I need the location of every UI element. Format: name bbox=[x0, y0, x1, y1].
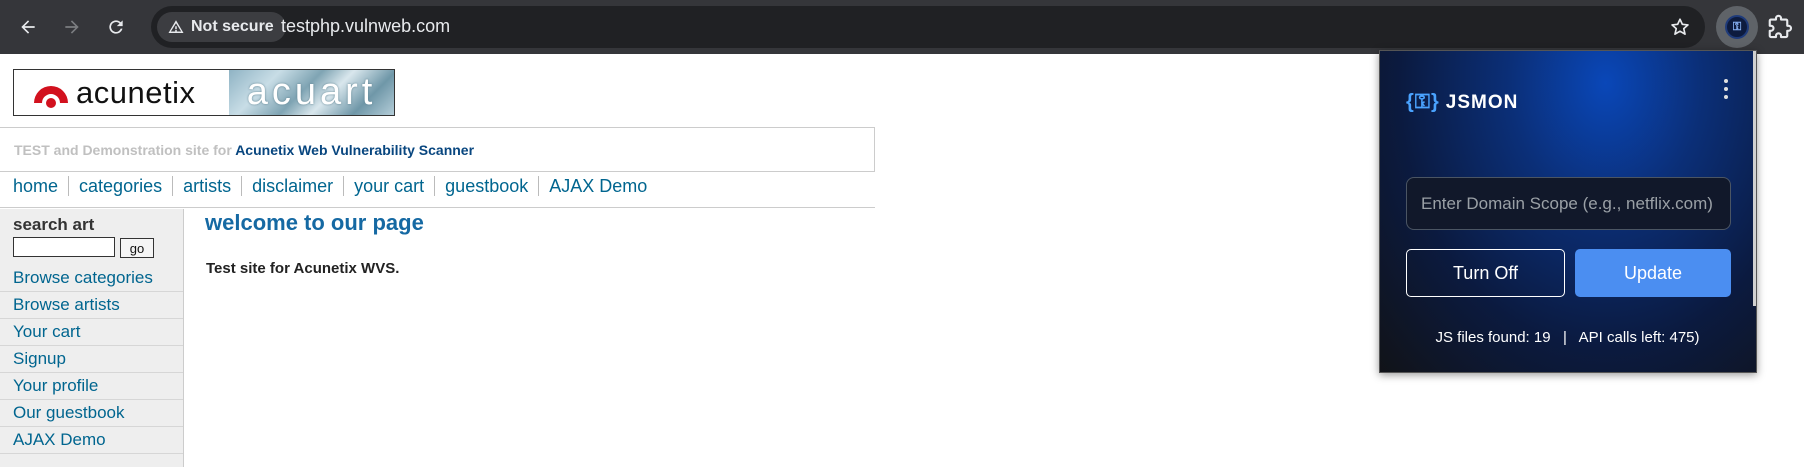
left-sidebar: search art go Browse categories Browse a… bbox=[0, 209, 184, 467]
browser-toolbar: Not secure testphp.vulnweb.com ⚿ bbox=[0, 0, 1804, 54]
banner-text: acuart bbox=[246, 71, 377, 113]
acunetix-logo: acunetix bbox=[14, 70, 229, 115]
nav-categories[interactable]: categories bbox=[68, 176, 172, 196]
nav-guestbook[interactable]: guestbook bbox=[434, 176, 538, 196]
star-icon[interactable] bbox=[1669, 16, 1691, 38]
jsmon-logo: {⚿} JSMON bbox=[1406, 91, 1518, 114]
search-input[interactable] bbox=[13, 237, 115, 257]
popup-scrollbar[interactable] bbox=[1753, 51, 1756, 306]
nav-ajax-demo[interactable]: AJAX Demo bbox=[538, 176, 657, 196]
kebab-menu-icon[interactable] bbox=[1722, 79, 1730, 99]
key-icon: {⚿} bbox=[1406, 91, 1440, 113]
tagline-link[interactable]: Acunetix Web Vulnerability Scanner bbox=[235, 142, 474, 158]
address-bar[interactable]: Not secure testphp.vulnweb.com bbox=[151, 6, 1705, 48]
jsmon-extension-icon: ⚿ bbox=[1725, 15, 1749, 39]
forward-button[interactable] bbox=[55, 10, 89, 44]
sidebar-links: Browse categories Browse artists Your ca… bbox=[0, 265, 183, 454]
acuart-banner: acuart bbox=[229, 70, 394, 115]
security-label: Not secure bbox=[191, 18, 274, 35]
nav-your-cart[interactable]: your cart bbox=[343, 176, 434, 196]
sidebar-item-browse-artists[interactable]: Browse artists bbox=[0, 292, 183, 319]
reload-icon bbox=[109, 20, 123, 34]
back-arrow-icon bbox=[21, 20, 35, 34]
puzzle-icon[interactable] bbox=[1766, 12, 1796, 42]
reload-button[interactable] bbox=[99, 10, 133, 44]
domain-scope-input[interactable] bbox=[1406, 177, 1731, 230]
sidebar-item-your-profile[interactable]: Your profile bbox=[0, 373, 183, 400]
sidebar-item-browse-categories[interactable]: Browse categories bbox=[0, 265, 183, 292]
turn-off-button[interactable]: Turn Off bbox=[1406, 249, 1565, 297]
page-body-text: Test site for Acunetix WVS. bbox=[206, 260, 400, 277]
jsmon-popup: {⚿} JSMON Turn Off Update JS files found… bbox=[1379, 50, 1757, 373]
nav-artists[interactable]: artists bbox=[172, 176, 241, 196]
logo-text: acunetix bbox=[76, 74, 196, 110]
url-text[interactable]: testphp.vulnweb.com bbox=[281, 16, 450, 37]
forward-arrow-icon bbox=[65, 20, 79, 34]
jsmon-name: JSMON bbox=[1445, 91, 1519, 113]
sidebar-item-signup[interactable]: Signup bbox=[0, 346, 183, 373]
acunetix-swirl-icon bbox=[34, 85, 68, 108]
sidebar-item-our-guestbook[interactable]: Our guestbook bbox=[0, 400, 183, 427]
sidebar-item-your-cart[interactable]: Your cart bbox=[0, 319, 183, 346]
page-title: welcome to our page bbox=[205, 210, 424, 235]
jsmon-extension-button[interactable]: ⚿ bbox=[1716, 6, 1758, 48]
security-chip[interactable]: Not secure bbox=[157, 12, 286, 42]
go-button[interactable]: go bbox=[120, 238, 154, 258]
update-button[interactable]: Update bbox=[1575, 249, 1731, 297]
tagline-prefix: TEST and Demonstration site for bbox=[14, 142, 232, 158]
site-logo[interactable]: acunetix acuart bbox=[13, 69, 395, 116]
warning-icon bbox=[168, 20, 184, 33]
tagline: TEST and Demonstration site for Acunetix… bbox=[0, 127, 875, 172]
top-navigation: home categories artists disclaimer your … bbox=[0, 173, 875, 208]
back-button[interactable] bbox=[11, 10, 45, 44]
sidebar-item-ajax-demo[interactable]: AJAX Demo bbox=[0, 427, 183, 454]
nav-home[interactable]: home bbox=[13, 176, 68, 196]
status-text: JS files found: 19 | API calls left: 475… bbox=[1435, 329, 1700, 346]
nav-disclaimer[interactable]: disclaimer bbox=[241, 176, 343, 196]
search-title: search art bbox=[13, 215, 95, 234]
